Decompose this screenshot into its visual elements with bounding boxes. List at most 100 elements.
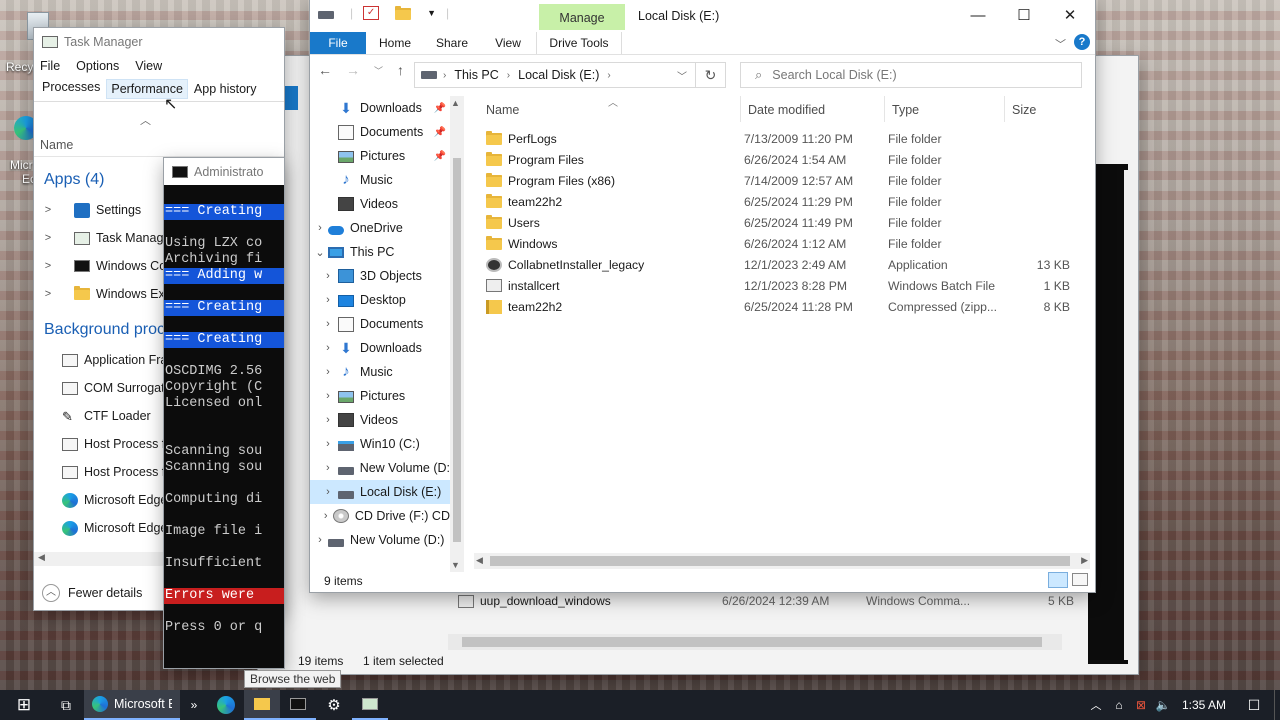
nav-item-documents[interactable]: › Documents [310,312,450,336]
close-button[interactable]: ✕ [1047,0,1093,30]
nav-item-onedrive[interactable]: › OneDrive [310,216,450,240]
column-name[interactable]: Name [486,103,519,117]
column-size[interactable]: Size [1012,103,1036,117]
breadcrumb-this-pc[interactable]: This PC [454,68,498,82]
nav-item-downloads[interactable]: › ⬇ Downloads [310,336,450,360]
nav-item-videos[interactable]: Videos [310,192,450,216]
nav-item-documents[interactable]: Documents 📌 [310,120,450,144]
refresh-button[interactable]: ↻ [696,62,726,88]
customize-dropdown-icon[interactable]: ▼ [427,8,436,18]
sort-up-icon[interactable]: ︿ [140,112,151,128]
tab-processes[interactable]: Processes [40,80,106,98]
chevron-right-icon[interactable]: › [320,390,336,402]
chevron-right-icon[interactable]: › [320,414,336,426]
file-row[interactable]: Windows 6/26/2024 1:12 AM File folder [474,233,1084,254]
column-type[interactable]: Type [892,103,919,117]
search-box[interactable]: ⌕ Search Local Disk (E:) [740,62,1082,88]
nav-item-downloads[interactable]: ⬇ Downloads 📌 [310,96,450,120]
taskbar-edge-icon[interactable] [208,696,244,714]
chevron-right-icon[interactable]: › [312,222,328,234]
ribbon-tab-view[interactable]: View [480,36,536,50]
file-row[interactable]: CollabnetInstaller_legacy 12/1/2023 2:49 … [474,254,1084,275]
column-date-modified[interactable]: Date modified [748,103,825,117]
file-row[interactable]: Program Files (x86) 7/14/2009 12:57 AM Fil… [474,170,1084,191]
show-desktop-button[interactable] [1274,690,1280,720]
ribbon-tab-file[interactable]: File [310,32,366,54]
pin-icon[interactable]: 📌 [434,103,446,114]
nav-item-this-pc[interactable]: ⌄ This PC [310,240,450,264]
back-arrow-icon[interactable]: ← [318,62,332,78]
chevron-right-icon[interactable]: › [320,270,336,282]
file-row[interactable]: Users 6/25/2024 11:49 PM File folder [474,212,1084,233]
nav-vertical-scrollbar[interactable]: ▲ ▼ [450,96,464,572]
chevron-right-icon[interactable]: › [320,342,336,354]
taskbar-cmd-icon[interactable] [280,690,316,720]
windows-start-icon[interactable]: ⊞ [0,695,48,715]
column-name[interactable]: Name [40,138,73,152]
details-view-button[interactable] [1048,572,1068,588]
nav-item-win10-c[interactable]: › Win10 (C:) [310,432,450,456]
taskbar-clock[interactable]: 1:35 AM [1174,698,1234,712]
large-icons-view-button[interactable] [1072,573,1088,586]
chevron-right-icon[interactable]: › [320,366,336,378]
minimize-button[interactable]: — [955,0,1001,30]
file-row[interactable]: team22h2 6/25/2024 11:28 PM Compressed (zi… [474,296,1084,317]
nav-item-music[interactable]: ♪ Music [310,168,450,192]
tray-volume-icon[interactable]: 🔈 [1152,698,1174,712]
nav-item-music[interactable]: › ♪ Music [310,360,450,384]
pin-icon[interactable]: 📌 [434,151,446,162]
taskbar-settings-icon[interactable]: ⚙ [316,696,352,714]
back-horizontal-scrollbar[interactable] [448,634,1062,650]
manage-tab[interactable]: Manage [539,4,625,30]
new-folder-icon[interactable] [395,6,412,20]
forward-arrow-icon[interactable]: → [346,62,360,78]
ribbon-expand-icon[interactable]: ﹀ [1055,36,1066,52]
fewer-details-button[interactable]: ︿ Fewer details [42,584,142,602]
cmd-window[interactable]: Administrato === Creating Using LZX co Arc… [164,158,284,668]
ribbon-tab-home[interactable]: Home [366,36,424,50]
chevron-right-icon[interactable]: › [320,462,336,474]
file-row[interactable]: PerfLogs 7/13/2009 11:20 PM File folder [474,128,1084,149]
file-row[interactable]: Program Files 6/26/2024 1:54 AM File folde… [474,149,1084,170]
nav-item-new-volume-d[interactable]: › New Volume (D:) [310,528,450,552]
maximize-button[interactable]: ☐ [1001,0,1047,30]
menu-options[interactable]: Options [76,59,119,73]
tab-app-history[interactable]: App history [188,82,263,96]
task-view-icon[interactable]: ⧉ [48,697,84,714]
chevron-right-icon[interactable]: › [320,438,336,450]
nav-item-pictures[interactable]: Pictures 📌 [310,144,450,168]
breadcrumb-local-disk[interactable]: Local Disk (E:) [518,68,599,82]
nav-item-videos[interactable]: › Videos [310,408,450,432]
back-file-row[interactable]: uup_download_windows 6/26/2024 12:39 AM … [458,590,1078,612]
nav-item-desktop[interactable]: › Desktop [310,288,450,312]
ribbon-tab-share[interactable]: Share [424,36,480,50]
chevron-right-icon[interactable]: › [320,318,336,330]
nav-item-local-disk-e[interactable]: › Local Disk (E:) [310,480,450,504]
tray-overflow-icon[interactable]: ︿ [1084,697,1108,713]
taskbar-edge-button[interactable]: Microsoft Ed [84,690,180,720]
chevron-right-icon[interactable]: › [320,486,336,498]
recent-dropdown-icon[interactable]: ﹀ [374,64,383,77]
nav-item-new-volume-d[interactable]: › New Volume (D: [310,456,450,480]
nav-item-pictures[interactable]: › Pictures [310,384,450,408]
chevron-right-icon[interactable]: › [312,534,328,546]
ribbon-tab-drive-tools[interactable]: Drive Tools [536,32,622,54]
file-row[interactable]: installcert 12/1/2023 8:28 PM Windows Batc… [474,275,1084,296]
properties-icon[interactable]: ✓ [363,6,380,20]
vertical-scrollbar[interactable] [1124,170,1138,660]
tray-network-icon[interactable]: ⊠ [1130,698,1152,712]
address-dropdown-icon[interactable]: ﹀ [677,68,687,83]
help-icon[interactable]: ? [1074,34,1090,50]
menu-view[interactable]: View [135,59,162,73]
tray-usb-icon[interactable]: ⌂ [1108,698,1130,712]
file-row[interactable]: team22h2 6/25/2024 11:29 PM File folder [474,191,1084,212]
taskbar-overflow[interactable]: » [180,698,208,712]
up-arrow-icon[interactable]: ↑ [397,62,404,78]
nav-item-cd-drive-f-cd[interactable]: › CD Drive (F:) CD [310,504,450,528]
horizontal-scrollbar[interactable]: ◀ ▶ [474,553,1090,569]
menu-file[interactable]: File [40,59,60,73]
taskbar-task-manager-icon[interactable] [352,690,388,720]
explorer-window[interactable]: | ✓ ▼ | Manage Local Disk (E:) — ☐ ✕ Fil… [310,0,1095,592]
taskbar-file-explorer-icon[interactable] [244,690,280,720]
chevron-down-icon[interactable]: ⌄ [312,246,328,259]
